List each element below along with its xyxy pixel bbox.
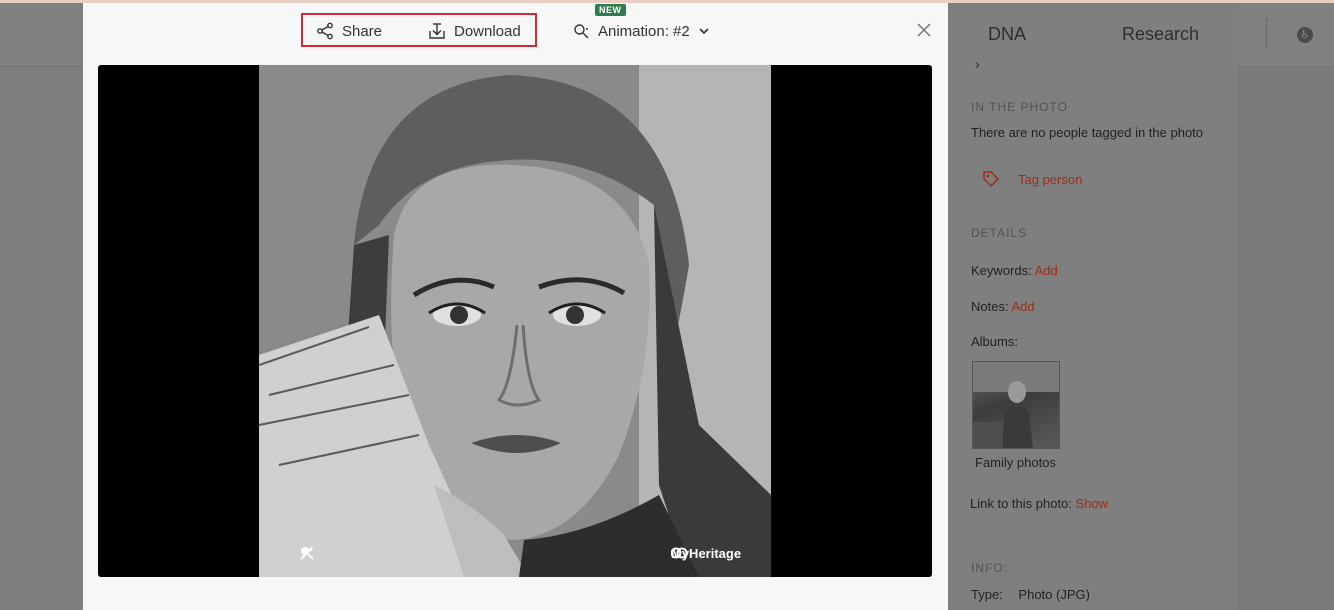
nav-research[interactable]: Research: [1122, 24, 1199, 45]
photo-viewer-modal: Share Download NEW Animation: #2: [83, 3, 948, 610]
photo-image[interactable]: MyHeritage: [259, 65, 771, 577]
keywords-add-link[interactable]: Add: [1035, 263, 1058, 278]
chevron-down-icon: [698, 25, 710, 37]
new-badge: NEW: [595, 4, 626, 16]
share-button[interactable]: Share: [316, 20, 382, 42]
albums-label: Albums:: [971, 334, 1018, 349]
type-value: Photo (JPG): [1018, 587, 1090, 602]
keywords-row: Keywords: Add: [971, 263, 1058, 278]
tag-icon[interactable]: [982, 170, 1000, 188]
nav-dna[interactable]: DNA: [988, 24, 1026, 45]
share-label: Share: [342, 23, 382, 40]
link-show-link[interactable]: Show: [1076, 496, 1109, 511]
link-row: Link to this photo: Show: [970, 496, 1108, 511]
download-icon: [428, 22, 446, 40]
info-heading: INFO:: [971, 561, 1008, 575]
panel-chevron-icon[interactable]: ›: [975, 56, 980, 72]
in-the-photo-heading: IN THE PHOTO: [971, 100, 1068, 114]
details-heading: DETAILS: [971, 226, 1027, 240]
download-label: Download: [454, 23, 521, 40]
nav-divider: [1266, 18, 1267, 50]
animation-label: Animation: #2: [598, 23, 690, 40]
animation-icon: [573, 23, 590, 40]
type-label: Type:: [971, 587, 1003, 602]
notes-row: Notes: Add: [971, 299, 1035, 314]
animation-dropdown[interactable]: Animation: #2: [573, 20, 710, 42]
notes-label: Notes:: [971, 299, 1009, 314]
close-icon[interactable]: [914, 20, 934, 40]
enhance-icon[interactable]: [299, 545, 315, 561]
keywords-label: Keywords:: [971, 263, 1032, 278]
album-thumbnail[interactable]: [972, 361, 1060, 449]
share-icon: [316, 22, 334, 40]
tag-person-link[interactable]: Tag person: [1018, 172, 1082, 187]
link-label: Link to this photo:: [970, 496, 1072, 511]
background-right-strip: [1238, 68, 1334, 610]
download-button[interactable]: Download: [428, 20, 521, 42]
myheritage-watermark: MyHeritage: [671, 546, 741, 561]
photo-viewer: MyHeritage: [98, 65, 932, 577]
notes-add-link[interactable]: Add: [1011, 299, 1034, 314]
type-row: Type: Photo (JPG): [971, 587, 1090, 602]
album-name[interactable]: Family photos: [975, 455, 1056, 470]
no-people-text: There are no people tagged in the photo: [971, 125, 1203, 140]
accessibility-icon[interactable]: ♿: [1297, 27, 1313, 43]
myheritage-logo-icon: [671, 546, 687, 560]
